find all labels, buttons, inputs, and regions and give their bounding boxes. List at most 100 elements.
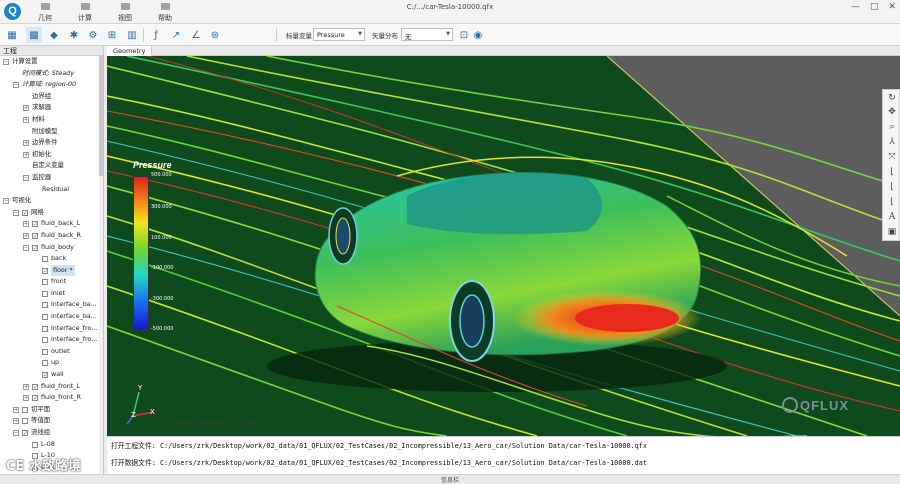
palette-icon[interactable]: ◉	[470, 27, 486, 43]
expand-icon[interactable]: +	[23, 116, 29, 123]
visibility-checkbox[interactable]: ✓	[22, 430, 28, 437]
expand-icon[interactable]: +	[13, 406, 19, 413]
tab-geometry[interactable]: Geometry	[107, 46, 153, 56]
rotate-icon[interactable]: ↻	[885, 92, 899, 105]
expand-icon[interactable]: +	[23, 383, 29, 390]
collapse-icon[interactable]: −	[13, 82, 19, 89]
tree-scrollbar[interactable]	[99, 56, 103, 475]
visibility-checkbox[interactable]: ✓	[32, 221, 38, 228]
visibility-checkbox[interactable]	[42, 337, 48, 344]
tree-item[interactable]: Residual	[0, 184, 103, 196]
scalar-select[interactable]: Pressure ▼	[313, 28, 365, 41]
visibility-checkbox[interactable]	[42, 279, 48, 286]
text-icon[interactable]: A	[885, 211, 899, 224]
visibility-checkbox[interactable]	[42, 314, 48, 321]
solver-icon[interactable]: ⚙	[85, 27, 101, 43]
function-icon[interactable]: ƒ	[148, 27, 164, 43]
tree-item[interactable]: + 等值面	[0, 415, 103, 427]
tree-item[interactable]: 附加模型	[0, 126, 103, 138]
visibility-checkbox[interactable]	[42, 360, 48, 367]
tree-item[interactable]: interface_ba...	[0, 311, 103, 323]
pan-icon[interactable]: ✥	[885, 106, 899, 119]
cube-icon[interactable]: ◆	[46, 27, 62, 43]
collapse-icon[interactable]: −	[23, 174, 29, 181]
visibility-checkbox[interactable]	[42, 302, 48, 309]
tree-item[interactable]: + 材料	[0, 114, 103, 126]
visibility-checkbox[interactable]: ✓	[42, 372, 48, 379]
visibility-checkbox[interactable]	[32, 441, 38, 448]
visibility-checkbox[interactable]	[22, 418, 28, 425]
tree-item[interactable]: up	[0, 357, 103, 369]
visibility-checkbox[interactable]: ✓	[32, 395, 38, 402]
tree-item[interactable]: + 初始化	[0, 149, 103, 161]
tree-item[interactable]: − 监控器	[0, 172, 103, 184]
scrollbar-thumb[interactable]	[99, 56, 103, 176]
save-image-icon[interactable]: ▣	[885, 226, 899, 239]
streamline-icon[interactable]: ↗	[168, 27, 184, 43]
visibility-checkbox[interactable]: ✓	[42, 267, 48, 274]
tree-item[interactable]: − 可视化	[0, 195, 103, 207]
expand-icon[interactable]: +	[13, 418, 19, 425]
zoom-icon[interactable]: ⌕	[885, 121, 899, 134]
expand-icon[interactable]: +	[23, 395, 29, 402]
3d-viewport[interactable]	[107, 56, 900, 436]
visibility-checkbox[interactable]: ✓	[32, 383, 38, 390]
tree-item[interactable]: + 边界条件	[0, 137, 103, 149]
tree-item[interactable]: 自定义变量	[0, 160, 103, 172]
tree-item[interactable]: L-08	[0, 439, 103, 451]
tree-item[interactable]: − ✓ 网格	[0, 207, 103, 219]
fit-icon[interactable]: ⤧	[885, 151, 899, 164]
vector-select[interactable]: 无 ▼	[401, 28, 453, 41]
axes-icon[interactable]: ⅄	[885, 136, 899, 149]
tree-item[interactable]: outlet	[0, 346, 103, 358]
visibility-checkbox[interactable]	[42, 256, 48, 263]
visibility-checkbox[interactable]: ✓	[22, 209, 28, 216]
tree-item[interactable]: + 切平面	[0, 404, 103, 416]
tree-item[interactable]: ✓ floor *	[0, 264, 103, 277]
tree-item[interactable]: + 求解器	[0, 102, 103, 114]
visibility-checkbox[interactable]: ✓	[32, 232, 38, 239]
tree-item[interactable]: back	[0, 253, 103, 265]
view-front-icon[interactable]: ⌊	[885, 166, 899, 179]
expand-icon[interactable]: +	[23, 221, 29, 228]
expand-icon[interactable]: +	[23, 232, 29, 239]
collapse-icon[interactable]: −	[13, 209, 19, 216]
tree-item[interactable]: + ✓ fluid_back_L	[0, 218, 103, 230]
tree-item[interactable]: inlet	[0, 288, 103, 300]
tree-item[interactable]: 边界组	[0, 91, 103, 103]
close-icon[interactable]: ✕	[888, 2, 896, 12]
minimize-icon[interactable]: —	[851, 2, 860, 12]
tree-item[interactable]: interface_fro...	[0, 323, 103, 335]
grid-view-icon[interactable]: ▩	[26, 27, 42, 43]
tree-item[interactable]: 时间模式: Steady	[0, 68, 103, 80]
tree-item[interactable]: − ✓ fluid_body	[0, 242, 103, 254]
visibility-checkbox[interactable]: ✓	[32, 244, 38, 251]
collapse-icon[interactable]: −	[3, 59, 9, 65]
collapse-icon[interactable]: −	[13, 430, 19, 436]
tree-item[interactable]: front	[0, 276, 103, 288]
tree-item[interactable]: + ✓ fluid_front_R	[0, 392, 103, 404]
collapse-icon[interactable]: −	[23, 244, 29, 251]
boundary-icon[interactable]: ⊞	[104, 27, 120, 43]
bar-chart-icon[interactable]: ▥	[124, 27, 140, 43]
expand-icon[interactable]: +	[23, 140, 29, 147]
expand-icon[interactable]: +	[23, 151, 29, 158]
visibility-checkbox[interactable]	[42, 290, 48, 297]
tree-item[interactable]: interface_fro...	[0, 334, 103, 346]
maximize-icon[interactable]: □	[870, 2, 879, 12]
view-side-icon[interactable]: ⌊	[885, 181, 899, 194]
tree-item[interactable]: − ✓ 流线组	[0, 427, 103, 439]
visibility-checkbox[interactable]	[42, 325, 48, 332]
render-icon[interactable]: ⊛	[207, 27, 223, 43]
tree-item[interactable]: − 计算设置	[0, 56, 103, 68]
visibility-checkbox[interactable]	[42, 348, 48, 355]
plot-icon[interactable]: ∠	[188, 27, 204, 43]
settings-icon[interactable]: ✱	[66, 27, 82, 43]
tree-item[interactable]: + ✓ fluid_back_R	[0, 230, 103, 242]
visibility-checkbox[interactable]	[22, 406, 28, 413]
tree-item[interactable]: interface_ba...	[0, 299, 103, 311]
collapse-icon[interactable]: −	[3, 198, 9, 205]
tree-item[interactable]: ✓ wall	[0, 369, 103, 381]
tree-item[interactable]: + ✓ fluid_front_L	[0, 381, 103, 393]
expand-icon[interactable]: +	[23, 105, 29, 112]
